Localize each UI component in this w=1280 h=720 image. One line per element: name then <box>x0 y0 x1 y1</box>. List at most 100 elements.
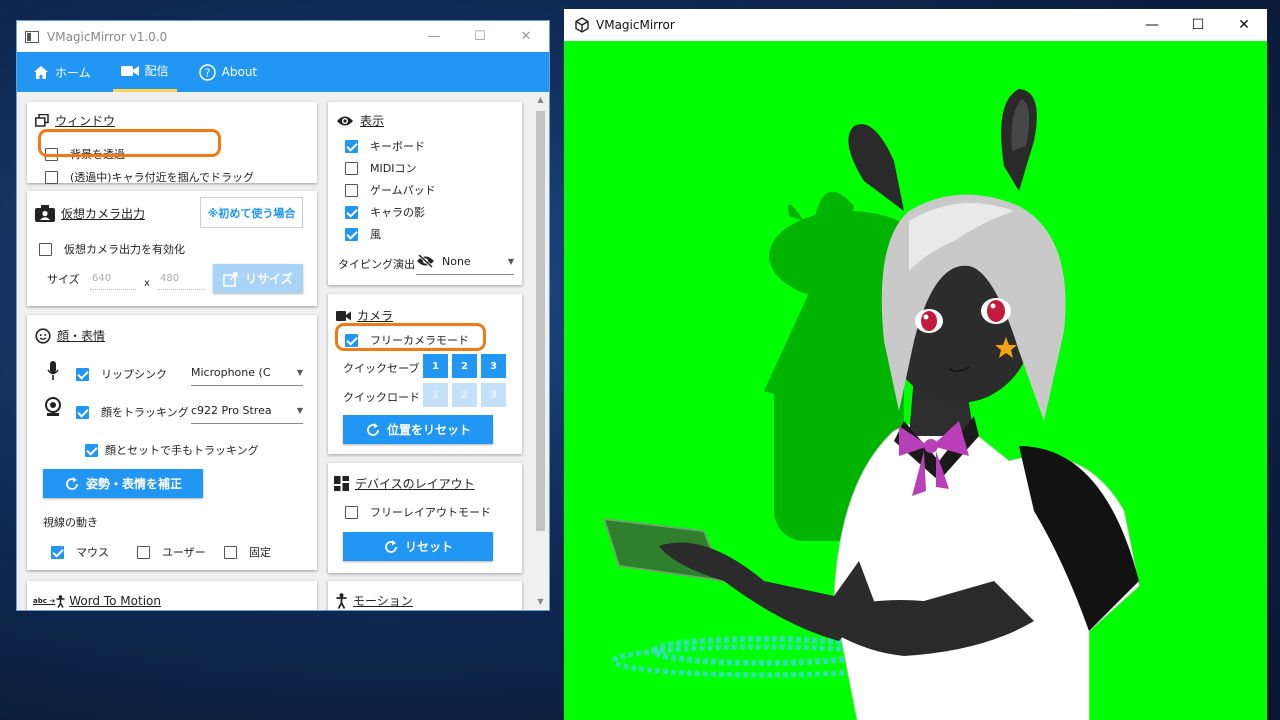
quick-save-3-button[interactable]: 3 <box>481 354 506 378</box>
gaze-mouse-label: マウス <box>76 546 109 559</box>
face-tracking-label: 顔をトラッキング <box>101 406 189 419</box>
close-button[interactable]: ✕ <box>503 29 549 44</box>
viewer-minimize-button[interactable]: — <box>1129 17 1175 33</box>
reset-position-button[interactable]: 位置をリセット <box>343 415 493 444</box>
mic-select[interactable]: Microphone (C ▼ <box>191 359 303 386</box>
camera-title-text: カメラ <box>357 309 394 323</box>
gaze-fixed-row[interactable]: 固定 <box>224 544 271 560</box>
height-input[interactable]: 480 <box>158 273 204 290</box>
hand-tracking-row[interactable]: 顔とセットで手もトラッキング <box>85 442 259 458</box>
camera-title: カメラ <box>336 307 393 324</box>
display-wind-row[interactable]: 風 <box>345 226 381 242</box>
first-time-button[interactable]: ※初めて使う場合 <box>200 197 303 228</box>
gaze-user-checkbox[interactable] <box>137 545 150 559</box>
gaze-mouse-row[interactable]: マウス <box>51 544 109 560</box>
gaze-fixed-label: 固定 <box>249 546 271 559</box>
resize-button[interactable]: リサイズ <box>213 264 303 293</box>
lipsync-checkbox[interactable] <box>76 367 89 381</box>
face-tracking-checkbox[interactable] <box>76 405 89 419</box>
tab-streaming-label: 配信 <box>144 64 169 78</box>
resize-button-label: リサイズ <box>245 272 293 286</box>
reset-position-label: 位置をリセット <box>386 423 471 437</box>
display-keyboard-row[interactable]: キーボード <box>345 138 425 154</box>
display-wind-checkbox[interactable] <box>345 227 358 241</box>
motion-title: モーション <box>336 592 413 609</box>
display-gamepad-label: ゲームパッド <box>370 184 436 197</box>
person-icon <box>336 592 347 609</box>
hand-tracking-checkbox[interactable] <box>85 443 98 457</box>
face-tracking-row[interactable]: 顔をトラッキング <box>76 404 189 420</box>
display-keyboard-checkbox[interactable] <box>345 139 358 153</box>
virtual-cam-enable-row[interactable]: 仮想カメラ出力を有効化 <box>39 241 185 257</box>
quick-load-1-button[interactable]: 1 <box>423 383 448 407</box>
mic-select-value: Microphone (C <box>191 365 271 379</box>
free-layout-row[interactable]: フリーレイアウトモード <box>345 504 491 520</box>
word-to-motion-title-text: Word To Motion <box>69 594 161 608</box>
face-title-text: 顔・表情 <box>57 329 106 343</box>
quick-save-2-button[interactable]: 2 <box>452 354 477 378</box>
viewer-window: VMagicMirror — ☐ ✕ <box>564 9 1267 720</box>
display-midi-checkbox[interactable] <box>345 161 358 175</box>
display-gamepad-checkbox[interactable] <box>345 183 358 197</box>
display-midi-label: MIDIコン <box>370 162 417 175</box>
virtual-cam-card: 仮想カメラ出力 ※初めて使う場合 仮想カメラ出力を有効化 サイズ 640 x 4… <box>27 191 317 306</box>
tab-streaming[interactable]: 配信 <box>112 52 177 92</box>
quick-save-label: クイックセーブ <box>343 362 420 375</box>
video-camera-icon <box>120 65 139 76</box>
transparent-bg-highlight <box>38 129 221 157</box>
display-midi-row[interactable]: MIDIコン <box>345 160 416 176</box>
quick-load-2-button[interactable]: 2 <box>452 383 477 407</box>
app-icon <box>25 30 39 43</box>
maximize-button[interactable]: ☐ <box>457 29 503 44</box>
display-shadow-label: キャラの影 <box>370 206 425 219</box>
webcam-icon <box>45 397 61 416</box>
device-layout-title: デバイスのレイアウト <box>334 475 475 492</box>
avatar-left-ear <box>848 124 904 211</box>
display-gamepad-row[interactable]: ゲームパッド <box>345 182 436 198</box>
scroll-down-arrow[interactable]: ▼ <box>534 597 547 606</box>
quick-save-1-button[interactable]: 1 <box>423 354 448 378</box>
window-card-title: ウィンドウ <box>35 112 115 129</box>
lipsync-row[interactable]: リップシンク <box>76 366 167 382</box>
tab-home[interactable]: ホーム <box>25 52 99 92</box>
viewer-maximize-button[interactable]: ☐ <box>1175 17 1221 33</box>
camera-select[interactable]: c922 Pro Strea ▼ <box>191 397 303 424</box>
display-shadow-checkbox[interactable] <box>345 205 358 219</box>
chevron-down-icon: ▼ <box>507 256 514 266</box>
minimize-button[interactable]: — <box>411 29 457 44</box>
gaze-mouse-checkbox[interactable] <box>51 545 64 559</box>
microphone-icon <box>47 361 59 380</box>
drag-near-char-checkbox[interactable] <box>45 170 58 184</box>
tab-about[interactable]: ? About <box>191 52 265 92</box>
eye-icon <box>337 116 353 125</box>
calibrate-button[interactable]: 姿勢・表情を補正 <box>43 469 203 498</box>
layout-reset-button[interactable]: リセット <box>343 532 493 561</box>
face-card: 顔・表情 リップシンク Microphone (C ▼ 顔をトラッキング c92… <box>27 315 317 570</box>
viewer-close-button[interactable]: ✕ <box>1221 17 1267 33</box>
display-title-text: 表示 <box>360 114 385 128</box>
free-layout-checkbox[interactable] <box>345 505 358 519</box>
svg-text:?: ? <box>204 66 210 79</box>
settings-scrollbar[interactable]: ▲ ▼ <box>534 93 547 608</box>
drag-near-char-row[interactable]: (透過中)キャラ付近を掴んでドラッグ <box>45 169 254 185</box>
gaze-user-row[interactable]: ユーザー <box>137 544 206 560</box>
typing-effect-select[interactable]: None ▼ <box>416 248 514 275</box>
settings-titlebar: VMagicMirror v1.0.0 — ☐ ✕ <box>17 21 549 52</box>
gaze-fixed-checkbox[interactable] <box>224 545 237 559</box>
avatar-viewport[interactable] <box>564 41 1267 720</box>
quick-load-3-button[interactable]: 3 <box>481 383 506 407</box>
scroll-up-arrow[interactable]: ▲ <box>534 95 547 104</box>
typing-effect-value: None <box>442 254 471 268</box>
free-camera-highlight <box>335 323 486 351</box>
virtual-cam-enable-label: 仮想カメラ出力を有効化 <box>64 243 185 256</box>
resize-icon <box>223 271 238 287</box>
scroll-thumb[interactable] <box>536 111 545 531</box>
settings-window: VMagicMirror v1.0.0 — ☐ ✕ ホーム 配信 ? About… <box>16 20 550 611</box>
layout-reset-label: リセット <box>404 540 453 554</box>
width-input[interactable]: 640 <box>90 273 136 290</box>
hand-tracking-label: 顔とセットで手もトラッキング <box>105 444 259 457</box>
drag-near-char-label: (透過中)キャラ付近を掴んでドラッグ <box>70 171 255 184</box>
virtual-cam-enable-checkbox[interactable] <box>39 242 52 256</box>
display-shadow-row[interactable]: キャラの影 <box>345 204 425 220</box>
viewer-titlebar: VMagicMirror — ☐ ✕ <box>564 9 1267 41</box>
